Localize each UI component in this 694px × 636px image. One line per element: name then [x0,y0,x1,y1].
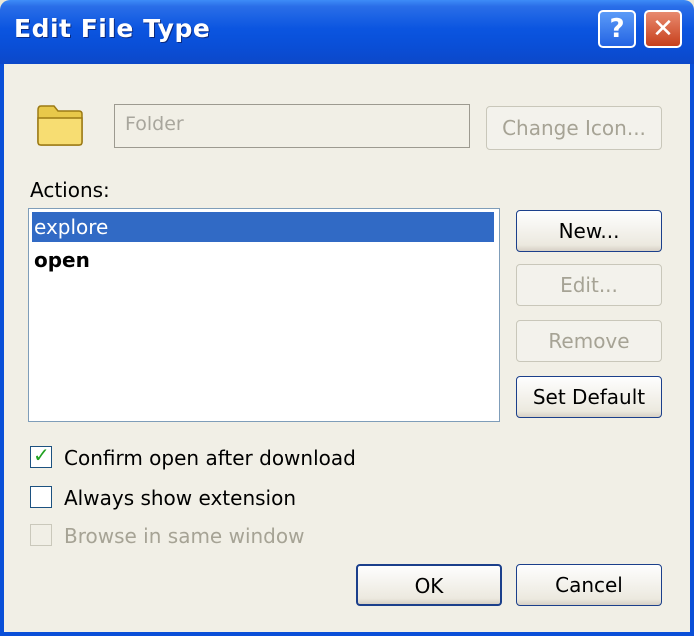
action-item-explore[interactable]: explore [32,212,494,242]
browse-same-window-label[interactable]: Browse in same window [64,524,304,548]
close-button[interactable]: ✕ [644,10,682,48]
change-icon-button[interactable]: Change Icon... [486,106,662,150]
checkmark-icon: ✓ [33,443,50,467]
edit-file-type-dialog: Edit File Type ? ✕ Folder Change Icon...… [0,0,694,636]
actions-list[interactable]: explore open [28,208,500,422]
edit-button[interactable]: Edit... [516,264,662,306]
set-default-button[interactable]: Set Default [516,376,662,418]
new-button[interactable]: New... [516,210,662,252]
always-show-extension-label[interactable]: Always show extension [64,486,296,510]
remove-button[interactable]: Remove [516,320,662,362]
ok-button[interactable]: OK [356,564,502,606]
folder-icon [37,105,83,146]
confirm-open-label[interactable]: Confirm open after download [64,446,356,470]
help-icon: ? [609,14,625,44]
always-show-extension-checkbox[interactable] [30,486,52,508]
action-item-open[interactable]: open [32,245,494,275]
help-button[interactable]: ? [598,10,636,48]
file-type-description-field[interactable]: Folder [114,104,470,148]
window-title: Edit File Type [14,14,211,43]
title-bar[interactable]: Edit File Type ? ✕ [0,0,694,64]
cancel-button[interactable]: Cancel [516,564,662,606]
confirm-open-checkbox[interactable]: ✓ [30,443,52,468]
actions-label: Actions: [30,178,110,202]
close-icon: ✕ [652,14,674,44]
browse-same-window-checkbox[interactable] [30,524,52,546]
